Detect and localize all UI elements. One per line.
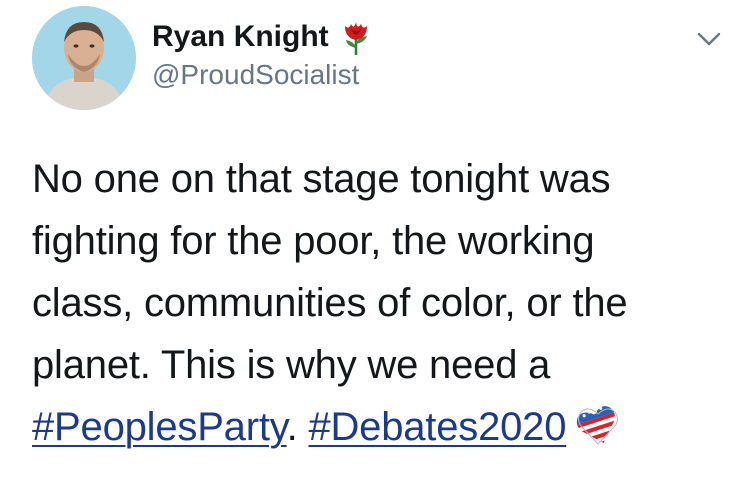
flag-heart-icon bbox=[574, 403, 623, 450]
tweet-text: No one on that stage tonight was fightin… bbox=[32, 148, 732, 458]
chevron-down-icon[interactable] bbox=[694, 26, 724, 50]
hashtag-debates2020-link[interactable]: #Debates2020 bbox=[308, 405, 566, 449]
separator-text: . bbox=[286, 405, 298, 449]
tweet-line-4: planet. This is why we need a bbox=[32, 343, 551, 387]
tweet-line-1: No one on that stage tonight was bbox=[32, 157, 611, 201]
hashtag-peoplesparty-link[interactable]: #PeoplesParty bbox=[32, 405, 287, 449]
rose-icon bbox=[339, 18, 373, 56]
author-name-row: Ryan Knight bbox=[152, 18, 373, 56]
author-handle[interactable]: @ProudSocialist bbox=[152, 58, 359, 92]
display-name[interactable]: Ryan Knight bbox=[152, 19, 329, 55]
avatar[interactable] bbox=[32, 6, 136, 110]
tweet-line-3: class, communities of color, or the bbox=[32, 281, 628, 325]
tweet-line-2: fighting for the poor, the working bbox=[32, 219, 595, 263]
tweet-line-5: #PeoplesParty. #Debates2020 bbox=[32, 396, 732, 458]
